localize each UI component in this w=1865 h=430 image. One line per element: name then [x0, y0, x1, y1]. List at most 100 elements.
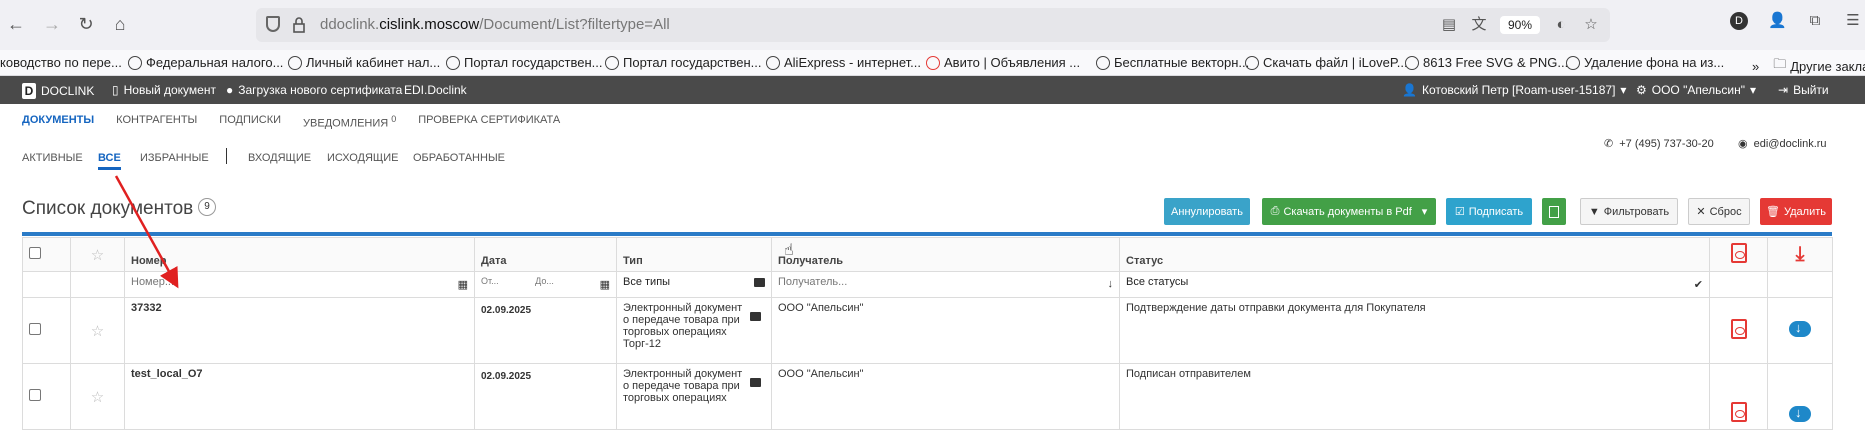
cloud-download-icon[interactable]	[1789, 320, 1811, 337]
bookmark-item[interactable]: Авито | Объявления ...	[926, 55, 1080, 70]
email-contact: ◉ edi@doclink.ru	[1738, 137, 1827, 151]
date-to-input[interactable]: До...	[535, 276, 554, 286]
address-bar[interactable]: ddoclink.cislink.moscow/Document/List?fi…	[256, 8, 1610, 42]
row-number[interactable]: test_local_O7	[124, 363, 475, 430]
column-recipient[interactable]: Получатель	[771, 237, 1120, 272]
cloud-download-icon[interactable]	[1789, 405, 1811, 422]
extensions-icon[interactable]: ⧉	[1806, 12, 1824, 30]
reader-view-icon[interactable]: ▤	[1440, 16, 1458, 34]
status-filter-select[interactable]: Все статусы ✔	[1119, 271, 1710, 298]
bookmark-item[interactable]: AliExpress - интернет...	[766, 55, 921, 70]
new-document-link[interactable]: ▯ Новый документ	[112, 83, 216, 97]
tab-processed[interactable]: ОБРАБОТАННЫЕ	[413, 152, 505, 164]
bookmark-item[interactable]: Портал государствен...	[446, 55, 603, 70]
row-number[interactable]: 37332	[124, 297, 475, 364]
bookmark-star-icon[interactable]: ☆	[1582, 16, 1600, 34]
bookmark-item[interactable]: Бесплатные векторн...	[1096, 55, 1249, 70]
logo[interactable]: D DOCLINK	[22, 83, 94, 99]
org-menu[interactable]: ⚙ ООО "Апельсин" ▾	[1636, 83, 1756, 97]
notifications-count: 0	[391, 114, 397, 124]
column-number[interactable]: Номер	[124, 237, 475, 272]
select-all-cell	[22, 237, 71, 272]
bookmark-item[interactable]: ководство по пере...	[0, 55, 122, 70]
filter-button[interactable]: ▼ Фильтровать	[1580, 198, 1678, 225]
tab-active[interactable]: АКТИВНЫЕ	[22, 152, 83, 164]
star-icon[interactable]: ☆	[91, 247, 104, 264]
user-name: Котовский Петр [Roam-user-15187]	[1421, 83, 1616, 97]
globe-icon	[288, 55, 302, 70]
logo-mark: D	[22, 83, 36, 99]
bookmark-item[interactable]: Портал государствен...	[605, 55, 762, 70]
bookmark-item[interactable]: Личный кабинет нал...	[288, 55, 440, 70]
download-pdf-button[interactable]: ⎙ Скачать документы в Pdf ▾	[1262, 198, 1436, 225]
home-icon[interactable]: ⌂	[108, 12, 132, 36]
logout-link[interactable]: ⇥ Выйти	[1778, 83, 1829, 97]
annul-button[interactable]: Аннулировать	[1164, 198, 1250, 225]
edi-link[interactable]: EDI.Doclink	[404, 83, 467, 97]
folder-icon: 🗀	[1773, 56, 1787, 71]
extension-icon[interactable]: ◐	[1552, 16, 1570, 34]
reset-button[interactable]: ✕ Сброс	[1688, 198, 1750, 225]
type-filter-select[interactable]: Все типы	[616, 271, 772, 298]
bookmark-item[interactable]: Федеральная налого...	[128, 55, 283, 70]
org-name: ООО "Апельсин"	[1651, 83, 1745, 97]
delete-button[interactable]: 🗑 Удалить	[1760, 198, 1832, 225]
row-pdf-cell	[1709, 363, 1768, 430]
table-row[interactable]: ☆ test_local_O7 02.09.2025 Электронный д…	[22, 363, 1833, 430]
download-all-icon[interactable]: ⤓	[1796, 243, 1805, 265]
sign-button[interactable]: ☑ Подписать	[1446, 198, 1532, 225]
menu-icon[interactable]: ☰	[1844, 12, 1862, 30]
nav-counterparties[interactable]: КОНТРАГЕНТЫ	[116, 114, 197, 130]
bookmark-item[interactable]: 8613 Free SVG & PNG...	[1405, 55, 1568, 70]
excel-export-button[interactable]	[1542, 198, 1566, 225]
row-favorite-cell: ☆	[70, 363, 125, 430]
pdf-icon[interactable]	[1730, 243, 1747, 263]
caret-down-icon: ▾	[1620, 83, 1627, 97]
nav-documents[interactable]: ДОКУМЕНТЫ	[22, 114, 94, 130]
recipient-filter[interactable]: Получатель... ↓	[771, 271, 1120, 298]
number-filter[interactable]: Номер... ▦	[124, 271, 475, 298]
row-checkbox[interactable]	[29, 323, 41, 335]
account-icon[interactable]: 👤	[1768, 12, 1787, 30]
upload-cert-link[interactable]: ● Загрузка нового сертификата	[226, 83, 402, 97]
star-icon[interactable]: ☆	[91, 323, 104, 340]
other-bookmarks[interactable]: »🗀Другие закладки	[1752, 55, 1865, 75]
sort-down-icon[interactable]: ↓	[1108, 278, 1114, 290]
tab-favorites[interactable]: ИЗБРАННЫЕ	[140, 152, 209, 164]
globe-icon	[1096, 55, 1110, 70]
shield-icon[interactable]	[266, 16, 280, 32]
url-text[interactable]: ddoclink.cislink.moscow/Document/List?fi…	[320, 16, 670, 33]
globe-icon	[605, 55, 619, 70]
bookmarks-bar: ководство по пере... Федеральная налого.…	[0, 50, 1865, 76]
filter-empty-cell	[70, 271, 125, 298]
pdf-icon[interactable]	[1730, 402, 1747, 422]
column-type[interactable]: Тип	[616, 237, 772, 272]
tab-incoming[interactable]: ВХОДЯЩИЕ	[248, 152, 311, 164]
tab-all[interactable]: ВСЕ	[98, 152, 121, 170]
column-date[interactable]: Дата	[474, 237, 617, 272]
nav-notifications[interactable]: УВЕДОМЛЕНИЯ 0	[303, 114, 396, 130]
back-icon[interactable]: ←	[4, 12, 28, 36]
folder-icon[interactable]	[750, 378, 761, 390]
folder-icon[interactable]	[750, 312, 761, 324]
zoom-level[interactable]: 90%	[1499, 16, 1540, 34]
forward-icon[interactable]: →	[40, 12, 64, 36]
bookmark-item[interactable]: Удаление фона на из...	[1566, 55, 1724, 70]
table-row[interactable]: ☆ 37332 02.09.2025 Электронный документ …	[22, 297, 1833, 364]
nav-check-cert[interactable]: ПРОВЕРКА СЕРТИФИКАТА	[418, 114, 560, 130]
pdf-icon[interactable]	[1730, 319, 1747, 339]
row-checkbox[interactable]	[29, 389, 41, 401]
date-from-input[interactable]: От...	[481, 276, 499, 286]
lock-icon[interactable]	[292, 17, 306, 33]
column-status[interactable]: Статус	[1119, 237, 1710, 272]
reload-icon[interactable]: ↻	[74, 12, 98, 36]
select-all-checkbox[interactable]	[29, 247, 41, 259]
star-icon[interactable]: ☆	[91, 389, 104, 406]
profile-avatar[interactable]: D	[1730, 12, 1748, 30]
tab-outgoing[interactable]: ИСХОДЯЩИЕ	[327, 152, 398, 164]
nav-signatures[interactable]: ПОДПИСКИ	[219, 114, 281, 130]
user-menu[interactable]: 👤 Котовский Петр [Roam-user-15187] ▾	[1402, 83, 1626, 97]
calendar-icon[interactable]: ▦	[600, 278, 610, 291]
translate-icon[interactable]: 文	[1470, 16, 1488, 34]
bookmark-item[interactable]: Скачать файл | iLoveP...	[1245, 55, 1408, 70]
